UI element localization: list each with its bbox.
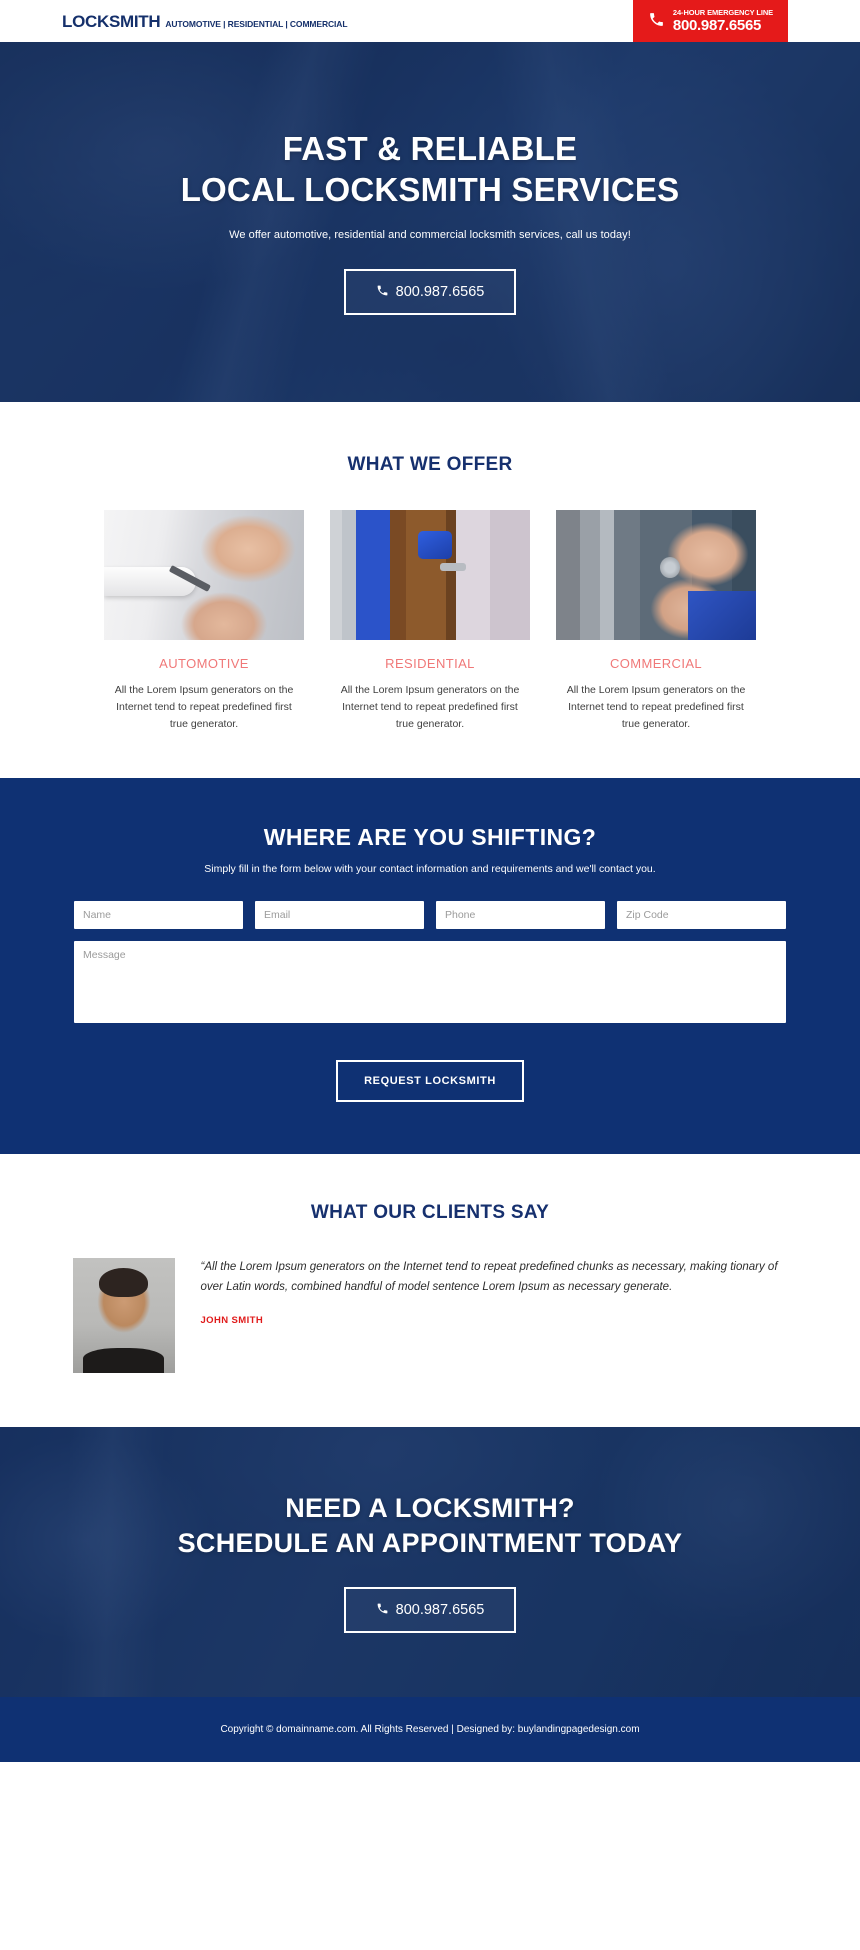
header-emergency-phone[interactable]: 24-HOUR EMERGENCY LINE 800.987.6565 <box>633 0 788 42</box>
brand-name: LOCKSMITH <box>62 12 161 31</box>
service-card-label: AUTOMOTIVE <box>159 656 249 671</box>
site-footer: Copyright © domainname.com. All Rights R… <box>0 1697 860 1763</box>
what-we-offer-section: WHAT WE OFFER AUTOMOTIVE All the Lorem I… <box>0 402 860 779</box>
service-card-automotive[interactable]: AUTOMOTIVE All the Lorem Ipsum generator… <box>104 510 304 732</box>
name-input[interactable] <box>74 901 243 930</box>
phone-input[interactable] <box>436 901 605 930</box>
message-field-wrapper <box>74 941 786 1028</box>
hero-section: FAST & RELIABLE LOCAL LOCKSMITH SERVICES… <box>0 42 860 402</box>
bottom-cta-call-button[interactable]: 800.987.6565 <box>343 1587 517 1634</box>
hero-title-line-1: FAST & RELIABLE <box>282 130 578 168</box>
bottom-cta-content: NEED A LOCKSMITH? SCHEDULE AN APPOINTMEN… <box>178 1491 683 1634</box>
service-card-commercial[interactable]: COMMERCIAL All the Lorem Ipsum generator… <box>556 510 756 732</box>
bottom-cta-title-line-2: SCHEDULE AN APPOINTMENT TODAY <box>177 1528 683 1559</box>
testimonial-section: WHAT OUR CLIENTS SAY “All the Lorem Ipsu… <box>0 1154 860 1428</box>
phone-icon <box>648 11 665 32</box>
hero-title: FAST & RELIABLE LOCAL LOCKSMITH SERVICES <box>0 129 860 211</box>
bottom-cta-section: NEED A LOCKSMITH? SCHEDULE AN APPOINTMEN… <box>0 1427 860 1698</box>
hero-subtitle: We offer automotive, residential and com… <box>229 228 631 241</box>
testimonial-item: “All the Lorem Ipsum generators on the I… <box>72 1258 788 1374</box>
commercial-locksmith-photo <box>556 510 756 640</box>
form-section-subtitle: Simply fill in the form below with your … <box>204 863 656 876</box>
service-card-residential[interactable]: RESIDENTIAL All the Lorem Ipsum generato… <box>330 510 530 732</box>
automotive-locksmith-photo <box>104 510 304 640</box>
testimonial-text-block: “All the Lorem Ipsum generators on the I… <box>201 1258 788 1326</box>
form-field-row <box>74 901 786 930</box>
brand-tagline: AUTOMOTIVE | RESIDENTIAL | COMMERCIAL <box>165 19 348 29</box>
testimonial-section-title: WHAT OUR CLIENTS SAY <box>310 1202 550 1224</box>
service-card-label: COMMERCIAL <box>609 656 703 671</box>
residential-locksmith-photo <box>330 510 530 640</box>
testimonial-author: JOHN SMITH <box>200 1314 264 1326</box>
testimonial-quote: “All the Lorem Ipsum generators on the I… <box>200 1261 778 1294</box>
form-section-title: WHERE ARE YOU SHIFTING? <box>263 824 597 851</box>
service-card-text: All the Lorem Ipsum generators on the In… <box>566 684 746 730</box>
bottom-cta-title-line-1: NEED A LOCKSMITH? <box>285 1493 575 1524</box>
service-card-list: AUTOMOTIVE All the Lorem Ipsum generator… <box>0 510 860 732</box>
footer-copyright: Copyright © domainname.com. All Rights R… <box>220 1724 640 1736</box>
email-input[interactable] <box>255 901 424 930</box>
client-photo-john-smith <box>72 1258 175 1374</box>
header-phone-number: 800.987.6565 <box>672 16 762 34</box>
lead-form: REQUEST LOCKSMITH <box>74 901 786 1103</box>
hero-call-button[interactable]: 800.987.6565 <box>343 268 517 315</box>
bottom-cta-call-button-label: 800.987.6565 <box>395 1602 485 1619</box>
brand-logo[interactable]: LOCKSMITH AUTOMOTIVE | RESIDENTIAL | COM… <box>0 0 348 42</box>
service-card-label: RESIDENTIAL <box>385 656 475 671</box>
hero-call-button-label: 800.987.6565 <box>395 283 485 300</box>
header-phone-text: 24-HOUR EMERGENCY LINE 800.987.6565 <box>673 8 773 34</box>
hero-content: FAST & RELIABLE LOCAL LOCKSMITH SERVICES… <box>0 129 860 315</box>
hero-title-line-2: LOCAL LOCKSMITH SERVICES <box>180 171 680 208</box>
phone-icon <box>376 284 389 300</box>
site-header: LOCKSMITH AUTOMOTIVE | RESIDENTIAL | COM… <box>0 0 860 42</box>
message-textarea[interactable] <box>74 941 786 1024</box>
service-card-text: All the Lorem Ipsum generators on the In… <box>340 684 520 730</box>
service-card-text: All the Lorem Ipsum generators on the In… <box>114 684 294 730</box>
lead-form-section: WHERE ARE YOU SHIFTING? Simply fill in t… <box>0 778 860 1155</box>
request-locksmith-button[interactable]: REQUEST LOCKSMITH <box>336 1060 524 1103</box>
phone-icon <box>376 1602 389 1618</box>
emergency-line-label: 24-HOUR EMERGENCY LINE <box>672 7 774 17</box>
offer-section-title: WHAT WE OFFER <box>347 454 513 475</box>
zip-code-input[interactable] <box>617 901 786 930</box>
bottom-cta-title: NEED A LOCKSMITH? SCHEDULE AN APPOINTMEN… <box>178 1491 683 1561</box>
